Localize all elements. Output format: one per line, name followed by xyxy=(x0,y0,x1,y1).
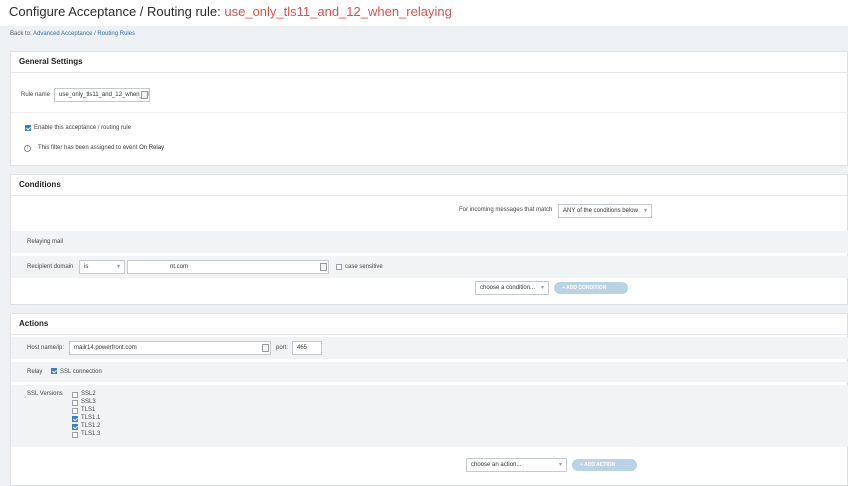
match-select[interactable]: ANY of the conditions below ▾ xyxy=(558,204,652,218)
host-label: Host name/ip: xyxy=(27,345,65,351)
plus-icon: + xyxy=(580,462,583,468)
operator-select-value: is xyxy=(84,264,89,270)
event-info-text: This filter has been assigned to event O… xyxy=(38,145,164,151)
ssl-versions-row: SSL Versions SSL2 SSL3 TLS1 TLS1.1 TLS1.… xyxy=(11,385,848,447)
domain-value: nt.com xyxy=(170,264,189,270)
add-action-button[interactable]: + ADD ACTION xyxy=(572,459,637,471)
recipient-domain-row: Recipient domain is ▾ nt.com case sensit… xyxy=(11,256,848,278)
ssl-connection-label: SSL connection xyxy=(60,369,102,375)
chevron-down-icon: ▾ xyxy=(558,462,562,468)
recipient-domain-label: Recipient domain xyxy=(27,264,74,270)
host-input[interactable]: mailr14.powerfront.com xyxy=(69,341,271,355)
operator-select[interactable]: is ▾ xyxy=(79,260,125,274)
tls13-label: TLS1.3 xyxy=(81,431,101,437)
match-label: For incoming messages that match xyxy=(459,207,553,213)
input-menu-icon[interactable] xyxy=(320,263,327,271)
actions-panel: Actions Host name/ip: mailr14.powerfront… xyxy=(10,313,848,486)
tls1-checkbox[interactable] xyxy=(72,408,78,414)
tls11-label: TLS1.1 xyxy=(81,415,101,421)
rule-name-input[interactable]: use_only_tls11_and_12_when_rela xyxy=(54,88,150,102)
relay-row: Relay SSL connection xyxy=(11,362,848,382)
breadcrumb-link[interactable]: Advanced Acceptance / Routing Rules xyxy=(33,31,135,37)
relaying-mail-group: Relaying mail xyxy=(11,231,848,253)
input-menu-icon[interactable] xyxy=(262,344,269,352)
actions-title: Actions xyxy=(11,314,847,335)
port-label: port: xyxy=(276,345,289,351)
add-condition-label: ADD CONDITION xyxy=(566,285,607,291)
case-sensitive-label: case sensitive xyxy=(345,264,383,270)
page-title: Configure Acceptance / Routing rule: use… xyxy=(0,0,848,26)
ssl-versions-label: SSL Versions xyxy=(27,391,63,397)
tls12-checkbox[interactable] xyxy=(72,424,78,430)
port-value: 465 xyxy=(297,345,308,351)
input-menu-icon[interactable] xyxy=(141,91,148,99)
breadcrumb-label: Back to: xyxy=(10,31,32,37)
enable-rule-checkbox[interactable] xyxy=(25,125,31,131)
ssl2-label: SSL2 xyxy=(81,391,96,397)
event-name: On Relay xyxy=(139,145,165,151)
conditions-title: Conditions xyxy=(11,175,847,196)
relaying-mail-label: Relaying mail xyxy=(27,239,64,245)
choose-condition-value: choose a condition... xyxy=(480,285,536,291)
info-icon: i xyxy=(24,145,31,152)
event-info-label: This filter has been assigned to event xyxy=(38,145,138,151)
page-title-prefix: Configure Acceptance / Routing rule: xyxy=(9,4,221,19)
page-title-rule-name: use_only_tls11_and_12_when_relaying xyxy=(224,4,452,19)
general-settings-panel: General Settings Rule name use_only_tls1… xyxy=(10,51,848,166)
tls11-checkbox[interactable] xyxy=(72,416,78,422)
conditions-panel: Conditions For incoming messages that ma… xyxy=(10,174,848,305)
rule-name-value: use_only_tls11_and_12_when_rela xyxy=(59,92,150,98)
divider xyxy=(11,112,848,113)
host-value: mailr14.powerfront.com xyxy=(74,345,137,351)
add-condition-button[interactable]: + ADD CONDITION xyxy=(554,282,628,294)
choose-action-value: choose an action... xyxy=(471,462,522,468)
enable-rule-label: Enable this acceptance / routing rule xyxy=(34,125,132,131)
case-sensitive-checkbox[interactable] xyxy=(336,264,342,270)
chevron-down-icon: ▾ xyxy=(116,264,120,270)
tls13-checkbox[interactable] xyxy=(72,432,78,438)
match-select-value: ANY of the conditions below xyxy=(563,208,638,214)
host-row: Host name/ip: mailr14.powerfront.com por… xyxy=(11,337,848,359)
relay-label: Relay xyxy=(27,369,43,375)
add-action-label: ADD ACTION xyxy=(584,462,616,468)
choose-condition-select[interactable]: choose a condition... ▾ xyxy=(475,281,549,295)
chevron-down-icon: ▾ xyxy=(540,285,544,291)
chevron-down-icon: ▾ xyxy=(643,208,647,214)
ssl3-checkbox[interactable] xyxy=(72,400,78,406)
ssl-connection-checkbox[interactable] xyxy=(51,368,57,374)
port-input[interactable]: 465 xyxy=(292,341,322,355)
breadcrumb: Back to: Advanced Acceptance / Routing R… xyxy=(10,31,135,37)
tls1-label: TLS1 xyxy=(81,407,96,413)
tls12-label: TLS1.2 xyxy=(81,423,101,429)
plus-icon: + xyxy=(562,285,565,291)
ssl2-checkbox[interactable] xyxy=(72,392,78,398)
ssl3-label: SSL3 xyxy=(81,399,96,405)
choose-action-select[interactable]: choose an action... ▾ xyxy=(466,458,567,472)
general-settings-title: General Settings xyxy=(11,52,847,73)
domain-input[interactable]: nt.com xyxy=(127,260,329,274)
rule-name-label: Rule name xyxy=(21,92,51,98)
